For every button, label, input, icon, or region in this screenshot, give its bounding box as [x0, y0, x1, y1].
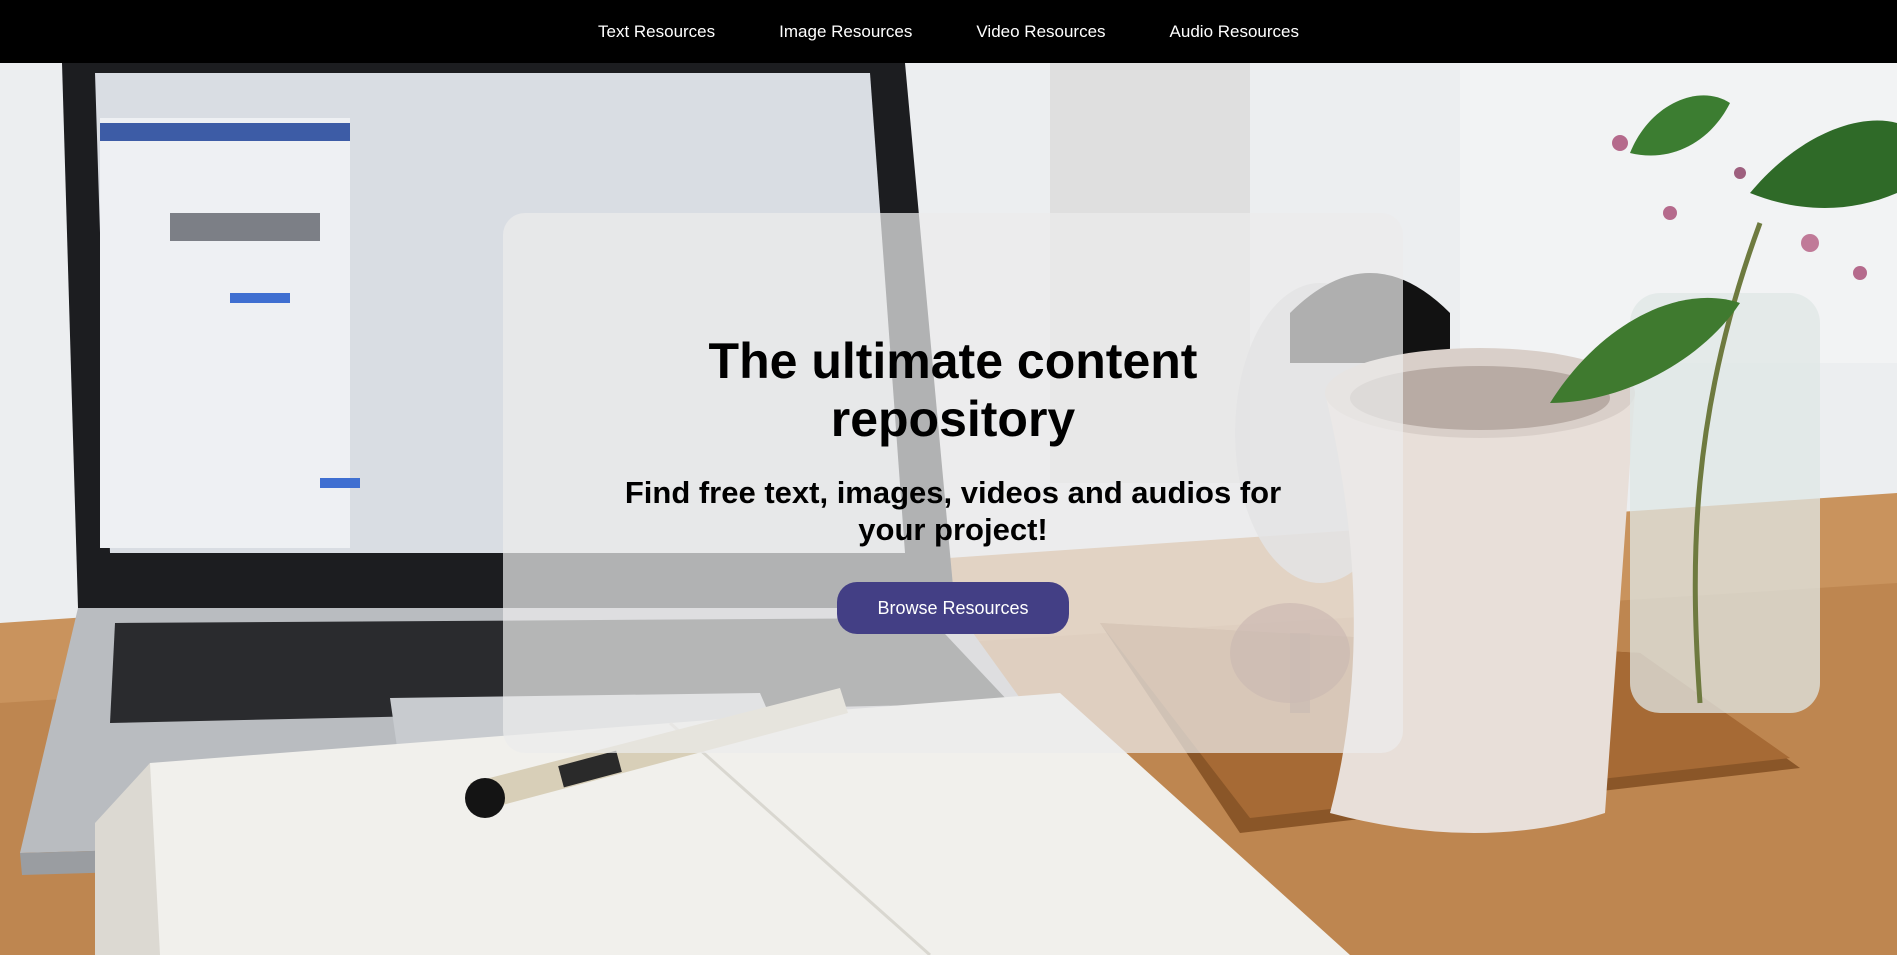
- nav-link-text-resources[interactable]: Text Resources: [598, 22, 715, 42]
- hero-title: The ultimate content repository: [708, 333, 1198, 447]
- hero-section: The ultimate content repository Find fre…: [0, 63, 1897, 955]
- hero-card: The ultimate content repository Find fre…: [503, 213, 1403, 753]
- nav-link-video-resources[interactable]: Video Resources: [976, 22, 1105, 42]
- top-nav: Text Resources Image Resources Video Res…: [0, 0, 1897, 63]
- hero-subtitle: Find free text, images, videos and audio…: [624, 475, 1282, 547]
- nav-link-audio-resources[interactable]: Audio Resources: [1170, 22, 1299, 42]
- nav-link-image-resources[interactable]: Image Resources: [779, 22, 912, 42]
- browse-resources-button[interactable]: Browse Resources: [837, 582, 1069, 634]
